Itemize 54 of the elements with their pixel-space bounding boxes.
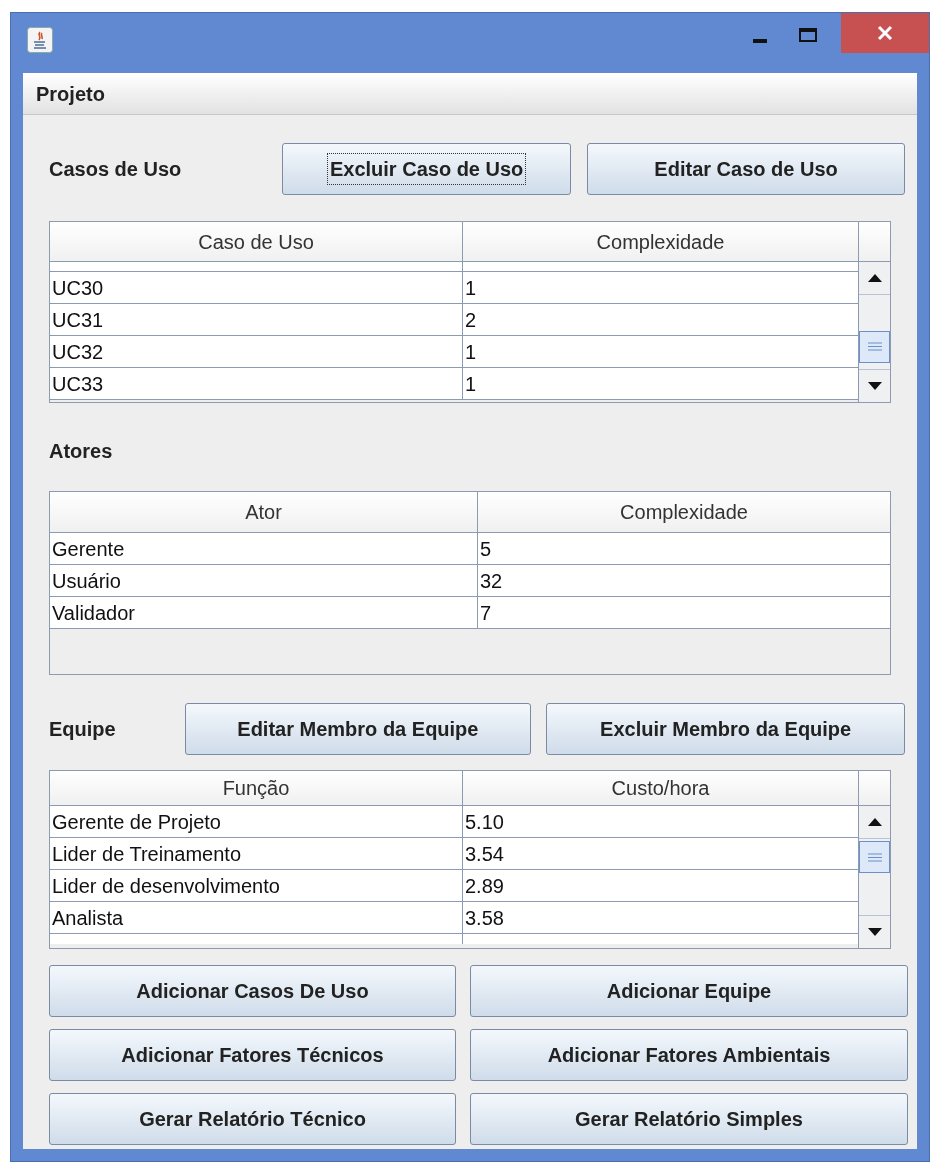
table-cell: UC30 bbox=[50, 272, 463, 303]
table-cell-text: 3.54 bbox=[464, 841, 505, 867]
column-header[interactable]: Ator bbox=[50, 492, 478, 532]
menu-item[interactable]: Projeto bbox=[36, 78, 105, 109]
table-cell-text: 3.58 bbox=[464, 905, 505, 931]
table-cell: UC31 bbox=[50, 304, 463, 335]
button[interactable]: Gerar Relatório Simples bbox=[470, 1093, 908, 1145]
table-cell-text: 1 bbox=[464, 275, 478, 301]
down-arrow-icon[interactable] bbox=[867, 382, 882, 390]
close-button[interactable] bbox=[841, 13, 929, 53]
table-cell-text: 7 bbox=[479, 600, 493, 626]
up-arrow-icon[interactable] bbox=[867, 818, 882, 826]
table-cell: Gerente bbox=[50, 533, 478, 564]
table-cell-text: 5.10 bbox=[464, 809, 505, 835]
table-cell: UC32 bbox=[50, 336, 463, 367]
close-icon bbox=[877, 25, 893, 41]
button[interactable]: Adicionar Equipe bbox=[470, 965, 908, 1017]
scrollbar[interactable] bbox=[858, 806, 890, 948]
down-arrow-icon[interactable] bbox=[867, 928, 882, 936]
up-arrow-icon[interactable] bbox=[867, 274, 882, 282]
table-cell: Lider de Treinamento bbox=[50, 838, 463, 869]
table-cell-text: 1 bbox=[464, 371, 478, 397]
table-cell: Validador bbox=[50, 597, 478, 628]
app-icon bbox=[27, 27, 53, 53]
table-cell: Analista bbox=[50, 902, 463, 933]
button[interactable]: Adicionar Fatores Técnicos bbox=[49, 1029, 456, 1081]
table-cell-text: 1 bbox=[464, 339, 478, 365]
button[interactable]: Editar Membro da Equipe bbox=[184, 703, 532, 755]
button[interactable]: Gerar Relatório Técnico bbox=[49, 1093, 456, 1145]
button[interactable]: Editar Caso de Uso bbox=[587, 143, 905, 195]
table-cell-text: 32 bbox=[479, 568, 504, 594]
table-cell: Lider de desenvolvimento bbox=[50, 870, 463, 901]
table-cell-text: 2.89 bbox=[464, 873, 505, 899]
grip-icon bbox=[867, 852, 882, 862]
grip-icon bbox=[867, 342, 882, 352]
section-label: Casos de Uso bbox=[49, 157, 183, 182]
scrollbar[interactable] bbox=[858, 262, 890, 402]
section-label: Equipe bbox=[49, 717, 117, 742]
table-cell: Usuário bbox=[50, 565, 478, 596]
column-header[interactable]: Complexidade bbox=[463, 222, 858, 261]
table-cell-text: 2 bbox=[464, 307, 478, 333]
button[interactable]: Adicionar Fatores Ambientais bbox=[470, 1029, 908, 1081]
column-header[interactable]: Complexidade bbox=[478, 492, 890, 532]
section-label: Atores bbox=[48, 439, 114, 464]
button[interactable]: Excluir Caso de Uso bbox=[282, 143, 572, 195]
column-header[interactable]: Caso de Uso bbox=[50, 222, 463, 261]
table-cell: UC33 bbox=[50, 368, 463, 399]
button[interactable]: Adicionar Casos De Uso bbox=[49, 965, 456, 1017]
button[interactable]: Excluir Membro da Equipe bbox=[546, 703, 905, 755]
maximize-icon[interactable] bbox=[799, 28, 817, 42]
table-cell-text: 5 bbox=[479, 536, 493, 562]
table-cell: Gerente de Projeto bbox=[50, 806, 463, 837]
column-header[interactable]: Custo/hora bbox=[463, 771, 858, 805]
column-header[interactable]: Função bbox=[50, 771, 463, 805]
